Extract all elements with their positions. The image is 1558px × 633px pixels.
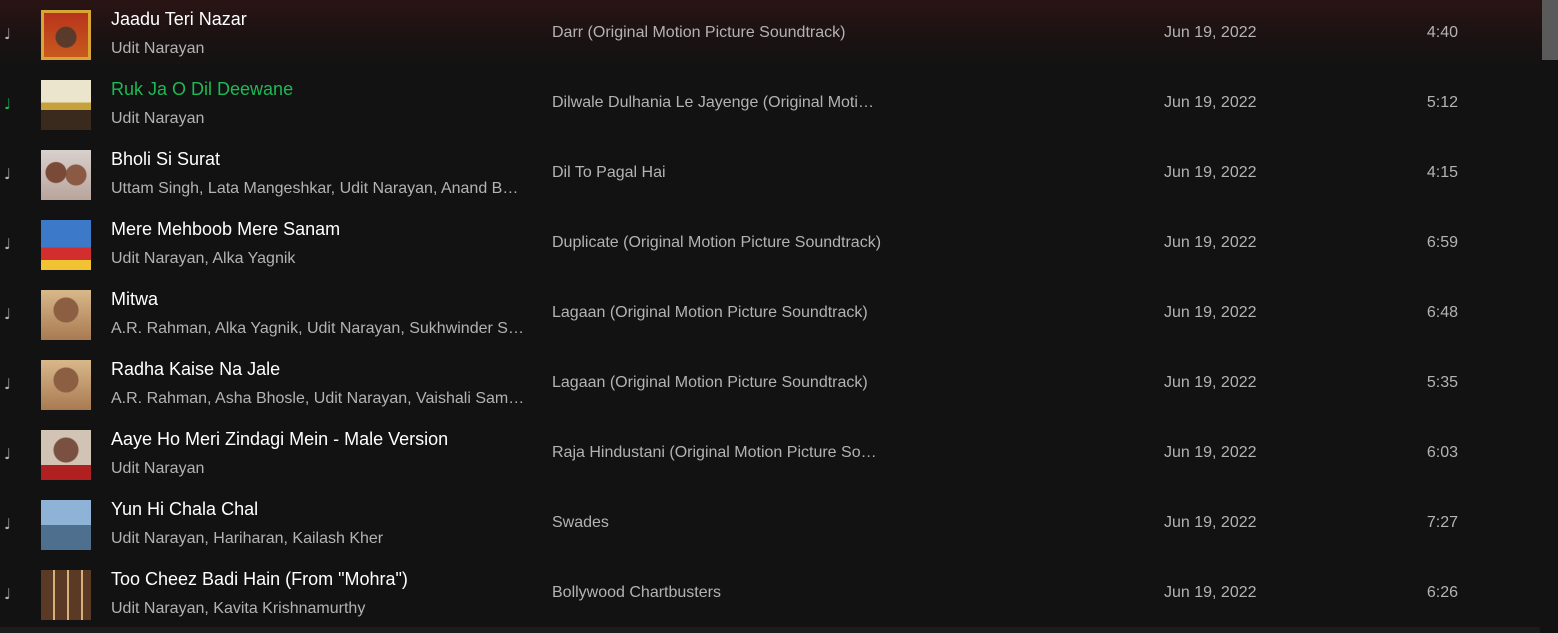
- track-title[interactable]: Ruk Ja O Dil Deewane: [111, 79, 293, 100]
- track-album[interactable]: Dilwale Dulhania Le Jayenge (Original Mo…: [552, 94, 882, 112]
- music-note-icon: ♩: [4, 375, 12, 393]
- track-title[interactable]: Aaye Ho Meri Zindagi Mein - Male Version: [111, 429, 448, 450]
- album-cover: [41, 360, 91, 410]
- date-added: Jun 19, 2022: [1164, 584, 1257, 601]
- date-added: Jun 19, 2022: [1164, 444, 1257, 461]
- music-note-icon: ♩: [4, 305, 12, 323]
- music-note-icon: ♩: [4, 515, 12, 533]
- music-note-icon: ♩: [4, 445, 12, 463]
- date-added: Jun 19, 2022: [1164, 374, 1257, 391]
- track-title[interactable]: Yun Hi Chala Chal: [111, 499, 258, 520]
- track-album[interactable]: Raja Hindustani (Original Motion Picture…: [552, 444, 882, 462]
- album-cover: [41, 80, 91, 130]
- date-added: Jun 19, 2022: [1164, 514, 1257, 531]
- track-artists[interactable]: A.R. Rahman, Asha Bhosle, Udit Narayan, …: [111, 390, 525, 408]
- track-duration: 6:48: [1426, 304, 1458, 321]
- music-note-icon: ♩: [4, 25, 12, 43]
- scrollbar-thumb[interactable]: [1542, 0, 1558, 60]
- album-cover: [41, 430, 91, 480]
- music-note-icon: ♩: [4, 235, 12, 253]
- track-album[interactable]: Lagaan (Original Motion Picture Soundtra…: [552, 374, 882, 392]
- track-row[interactable]: ♩ Radha Kaise Na Jale A.R. Rahman, Asha Bh…: [0, 350, 1540, 420]
- track-title[interactable]: Bholi Si Surat: [111, 149, 220, 170]
- track-title[interactable]: Mitwa: [111, 289, 158, 310]
- track-duration: 4:40: [1426, 24, 1458, 41]
- album-cover: [41, 220, 91, 270]
- date-added: Jun 19, 2022: [1164, 164, 1257, 181]
- track-artists[interactable]: Uttam Singh, Lata Mangeshkar, Udit Naray…: [111, 180, 525, 198]
- track-row[interactable]: ♩ Aaye Ho Meri Zindagi Mein - Male Versio…: [0, 420, 1540, 490]
- track-duration: 6:26: [1426, 584, 1458, 601]
- music-note-icon: ♩: [4, 585, 12, 603]
- music-note-icon: ♩: [4, 95, 12, 113]
- track-title[interactable]: Radha Kaise Na Jale: [111, 359, 280, 380]
- track-artists[interactable]: A.R. Rahman, Alka Yagnik, Udit Narayan, …: [111, 320, 525, 338]
- track-album[interactable]: Darr (Original Motion Picture Soundtrack…: [552, 24, 882, 42]
- track-duration: 6:03: [1426, 444, 1458, 461]
- track-artists[interactable]: Udit Narayan: [111, 40, 525, 58]
- track-artists[interactable]: Udit Narayan, Kavita Krishnamurthy: [111, 600, 525, 618]
- track-duration: 5:12: [1426, 94, 1458, 111]
- album-cover: [41, 570, 91, 620]
- track-album[interactable]: Dil To Pagal Hai: [552, 164, 882, 182]
- track-artists[interactable]: Udit Narayan: [111, 460, 525, 478]
- track-album[interactable]: Duplicate (Original Motion Picture Sound…: [552, 234, 882, 252]
- track-row[interactable]: ♩ Bholi Si Surat Uttam Singh, Lata Mangesh…: [0, 140, 1540, 210]
- track-album[interactable]: Swades: [552, 514, 882, 532]
- music-note-icon: ♩: [4, 165, 12, 183]
- track-title[interactable]: Mere Mehboob Mere Sanam: [111, 219, 340, 240]
- scrollbar[interactable]: [1542, 0, 1558, 633]
- date-added: Jun 19, 2022: [1164, 234, 1257, 251]
- track-duration: 4:15: [1426, 164, 1458, 181]
- track-artists[interactable]: Udit Narayan, Hariharan, Kailash Kher: [111, 530, 525, 548]
- track-artists[interactable]: Udit Narayan, Alka Yagnik: [111, 250, 525, 268]
- track-title[interactable]: Too Cheez Badi Hain (From "Mohra"): [111, 569, 408, 590]
- track-duration: 5:35: [1426, 374, 1458, 391]
- track-row[interactable]: ♩ Jaadu Teri Nazar Udit Narayan Darr (Origi…: [0, 0, 1540, 70]
- bottom-divider: [0, 627, 1540, 633]
- track-row[interactable]: ♩ Yun Hi Chala Chal Udit Narayan, Harihara…: [0, 490, 1540, 560]
- date-added: Jun 19, 2022: [1164, 94, 1257, 111]
- tracklist: ♩ Jaadu Teri Nazar Udit Narayan Darr (Origi…: [0, 0, 1558, 633]
- album-cover: [41, 290, 91, 340]
- track-duration: 6:59: [1426, 234, 1458, 251]
- track-row[interactable]: ♩ Mitwa A.R. Rahman, Alka Yagnik, Udit Nar…: [0, 280, 1540, 350]
- track-artists[interactable]: Udit Narayan: [111, 110, 525, 128]
- track-duration: 7:27: [1426, 514, 1458, 531]
- track-album[interactable]: Bollywood Chartbusters: [552, 584, 882, 602]
- track-row[interactable]: ♩ Too Cheez Badi Hain (From "Mohra") Udit …: [0, 560, 1540, 630]
- track-album[interactable]: Lagaan (Original Motion Picture Soundtra…: [552, 304, 882, 322]
- album-cover: [41, 500, 91, 550]
- date-added: Jun 19, 2022: [1164, 24, 1257, 41]
- track-row[interactable]: ♩ Mere Mehboob Mere Sanam Udit Narayan, Al…: [0, 210, 1540, 280]
- track-title[interactable]: Jaadu Teri Nazar: [111, 9, 247, 30]
- album-cover: [41, 150, 91, 200]
- album-cover: [41, 10, 91, 60]
- track-row[interactable]: ♩ Ruk Ja O Dil Deewane Udit Narayan Dilwale…: [0, 70, 1540, 140]
- date-added: Jun 19, 2022: [1164, 304, 1257, 321]
